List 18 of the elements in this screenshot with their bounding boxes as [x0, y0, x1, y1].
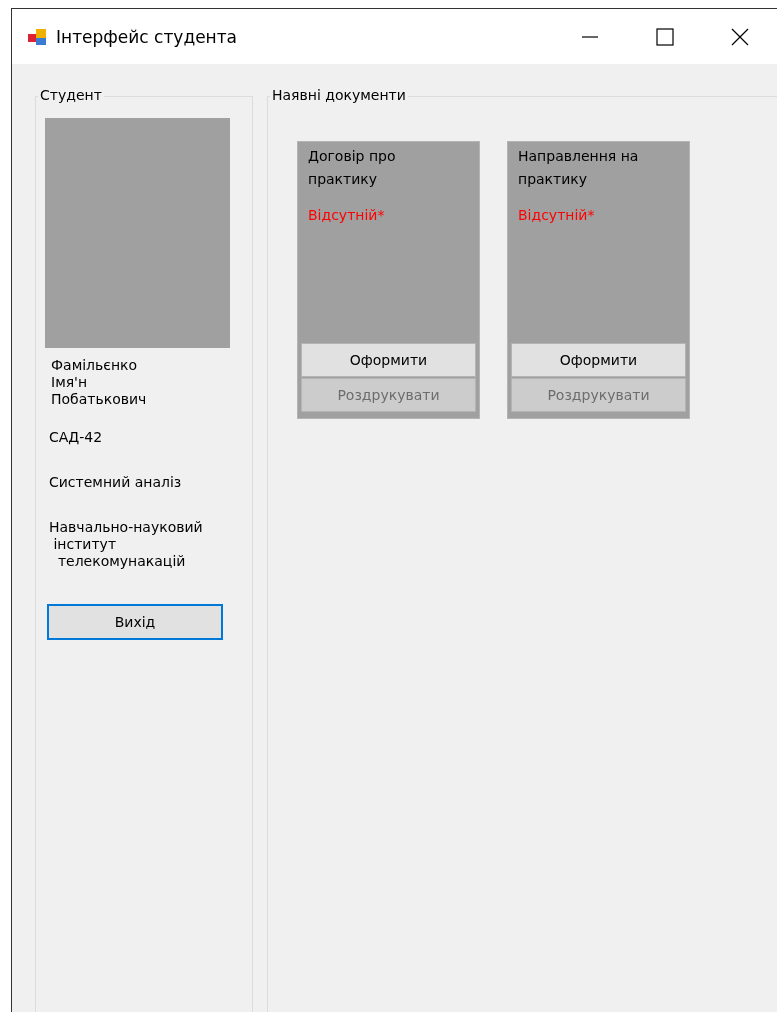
- document-name: Направлення на практику: [517, 147, 640, 189]
- group-title: Наявні документи: [270, 87, 408, 103]
- maximize-icon: [654, 26, 675, 47]
- document-status: Відсутній*: [517, 207, 596, 223]
- specialty-label: Системний аналіз: [49, 474, 183, 491]
- app-icon: [28, 28, 46, 45]
- document-name: Договір про практику: [307, 147, 397, 189]
- window-title: Інтерфейс студента: [56, 26, 239, 47]
- institute-label: Навчально-науковий інститут телекомунакацій: [49, 519, 204, 570]
- close-icon: [729, 26, 750, 47]
- exit-button[interactable]: Вихід: [47, 604, 223, 640]
- group-label: САД-42: [49, 429, 104, 446]
- create-button[interactable]: Оформити: [511, 343, 686, 377]
- document-status: Відсутній*: [307, 207, 386, 223]
- group-title: Студент: [38, 87, 104, 103]
- student-name: Фамільєнко Імя'н Побатькович: [51, 357, 148, 408]
- create-button[interactable]: Оформити: [301, 343, 476, 377]
- minimize-icon: [580, 35, 599, 38]
